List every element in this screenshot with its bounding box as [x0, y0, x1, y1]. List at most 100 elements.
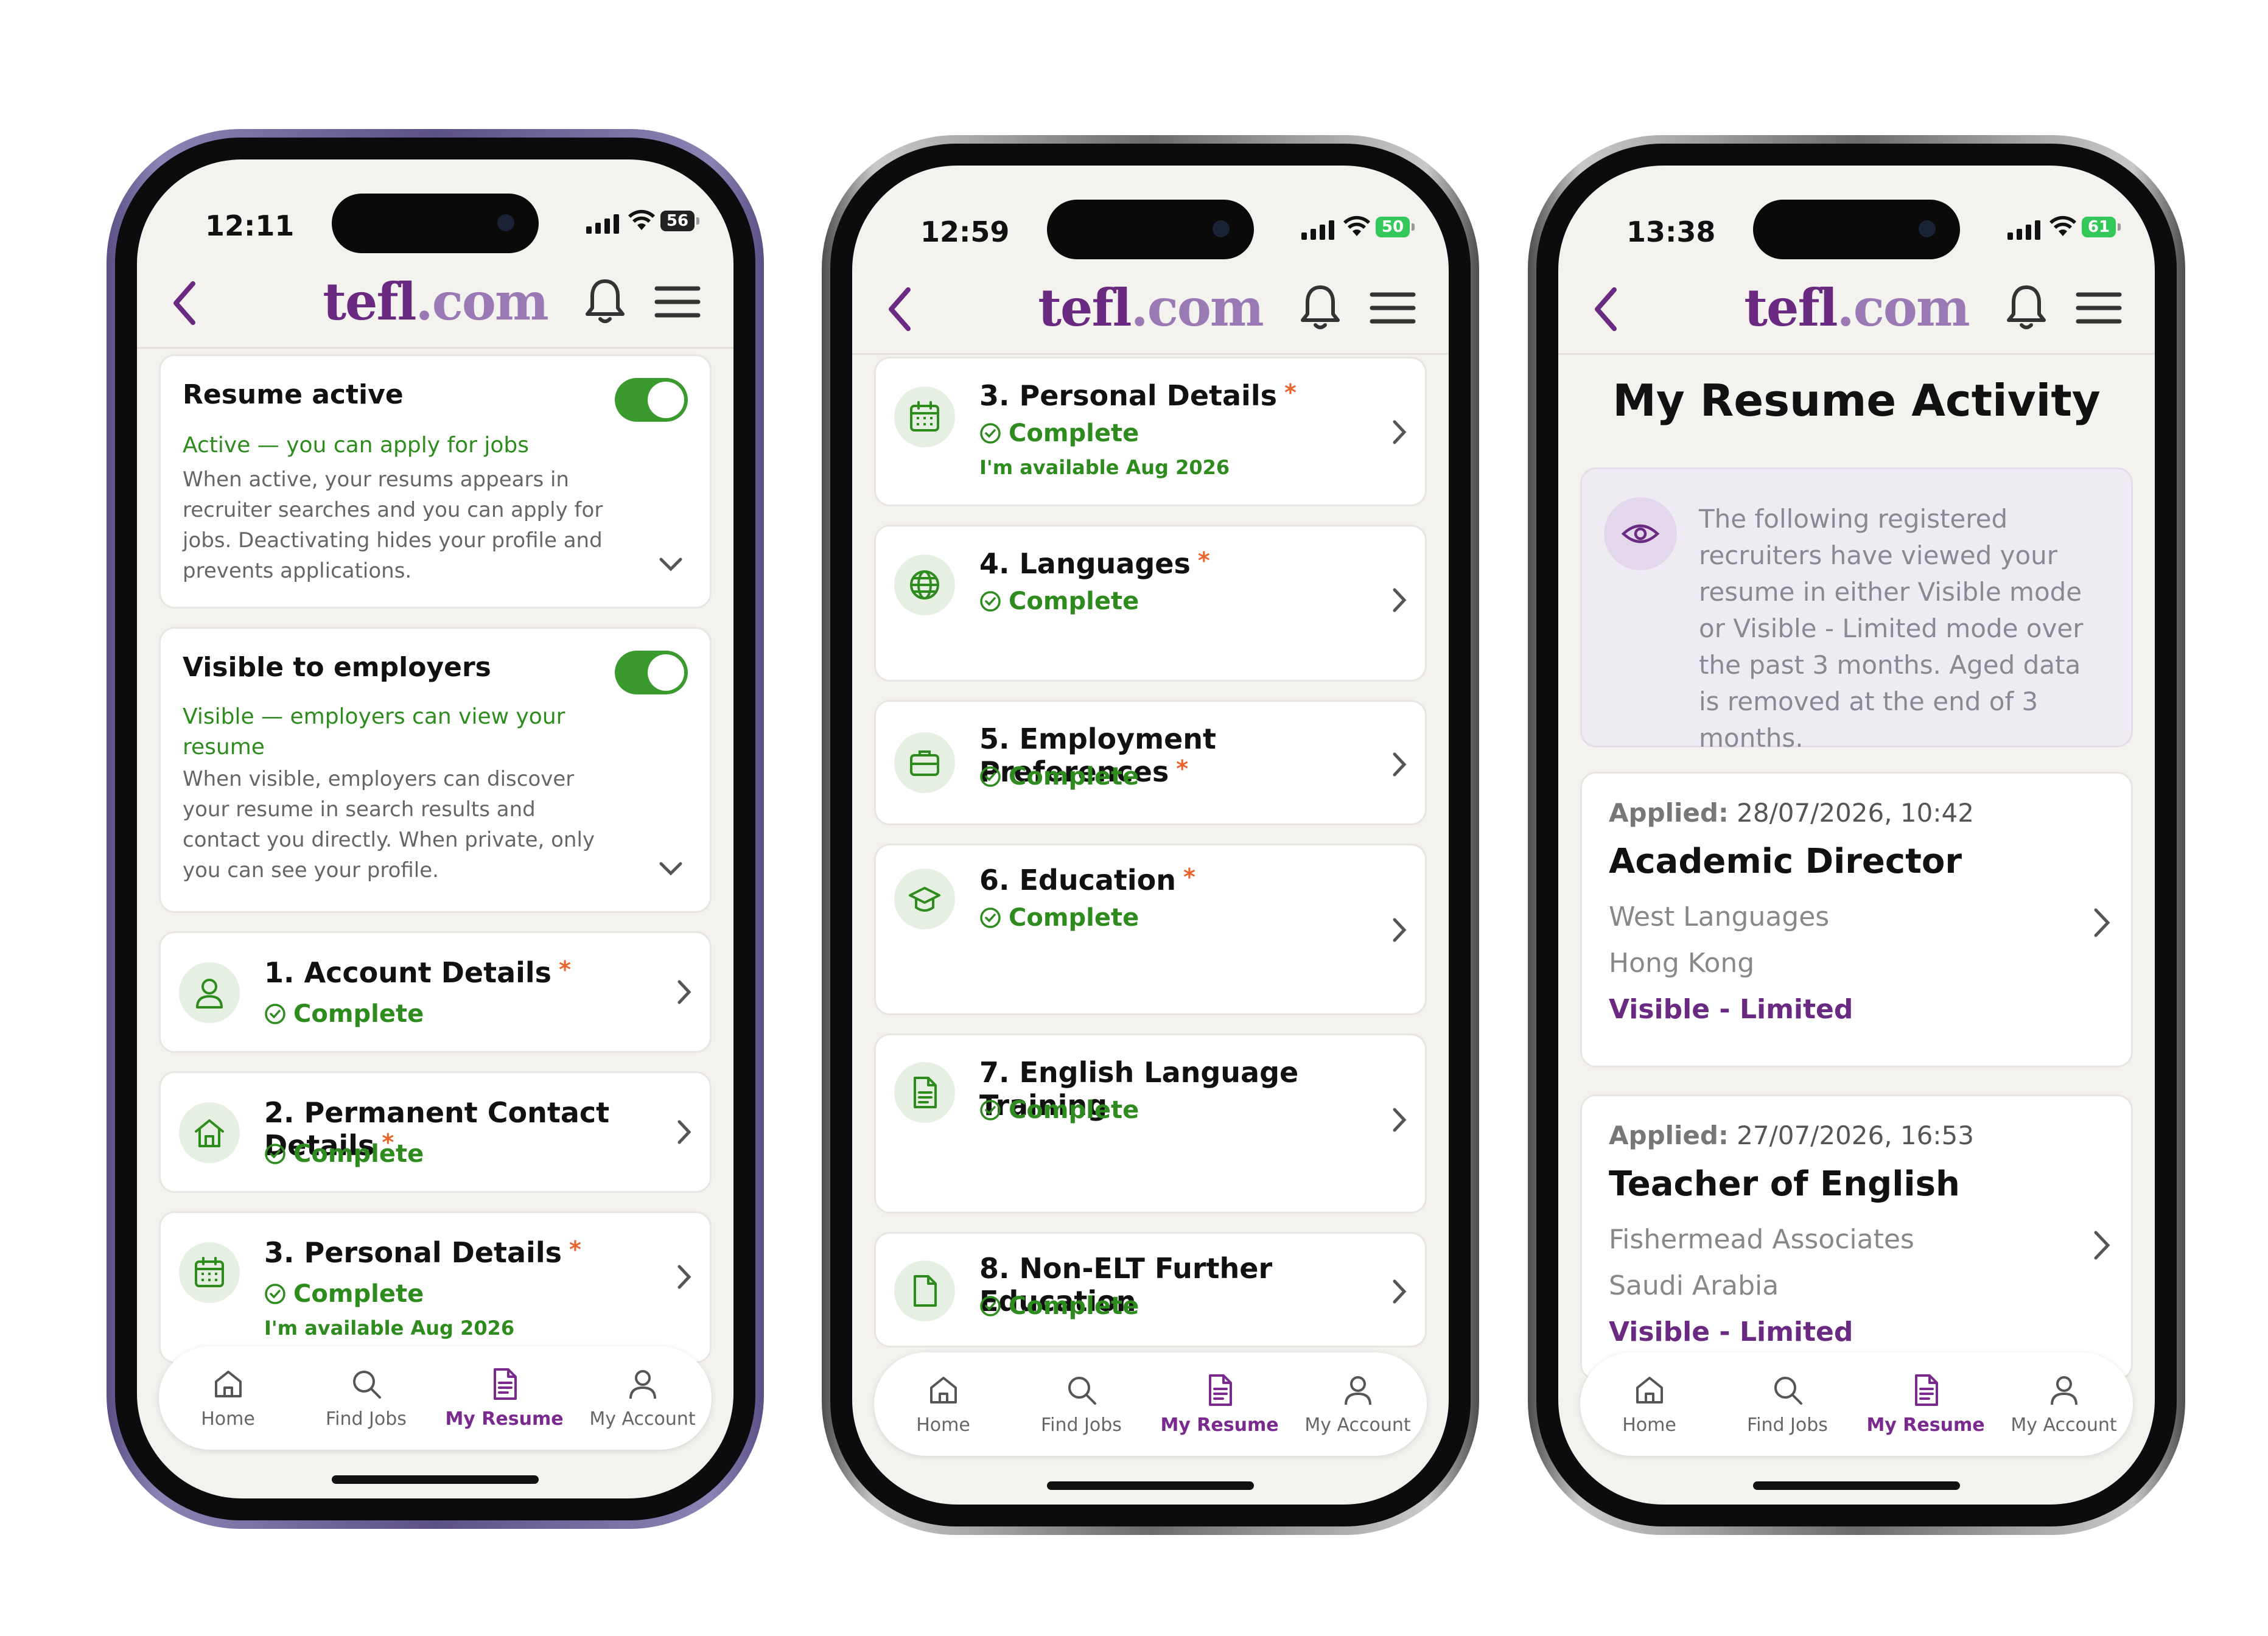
section-english-language-training[interactable]: 7. English Language Training Complete [874, 1033, 1427, 1214]
wifi-icon [1343, 215, 1370, 236]
hamburger-menu-icon[interactable] [654, 285, 701, 319]
phone-resume-activity: 13:38 61 tefl.com My Resume Activity The… [1528, 135, 2185, 1535]
battery-icon: 50 [1376, 217, 1415, 237]
nav-my-account[interactable]: My Account [1291, 1373, 1425, 1436]
camera [497, 214, 514, 231]
section-languages[interactable]: 4. Languages * Complete [874, 525, 1427, 682]
chevron-down-icon[interactable] [659, 861, 683, 876]
signal-icon [1301, 218, 1334, 240]
user-icon [1344, 1376, 1371, 1405]
signal-icon [2007, 218, 2040, 240]
section-personal-details[interactable]: 3. Personal Details * Complete I'm availa… [159, 1211, 712, 1363]
bottom-nav: Home Find Jobs My Resume My Account [1580, 1352, 2133, 1456]
graduation-cap-icon [894, 869, 955, 929]
app-header: tefl.com [1558, 262, 2155, 355]
back-arrow-icon[interactable] [886, 286, 913, 332]
tefl-logo[interactable]: tefl.com [1038, 278, 1264, 338]
wifi-icon [2049, 215, 2076, 236]
resume-active-status: Active — you can apply for jobs [183, 433, 530, 458]
section-account-details[interactable]: 1. Account Details * Complete [159, 931, 712, 1053]
nav-find-jobs[interactable]: Find Jobs [1721, 1373, 1855, 1436]
page-title: My Resume Activity [1612, 375, 2101, 426]
bottom-nav: Home Find Jobs My Resume My Account [874, 1352, 1427, 1456]
document-icon [493, 1368, 517, 1400]
home-icon [929, 1376, 957, 1404]
section-permanent-contact[interactable]: 2. Permanent Contact Details * Complete [159, 1071, 712, 1193]
availability-note: I'm available Aug 2026 [264, 1316, 515, 1340]
document-icon [1208, 1374, 1232, 1406]
back-arrow-icon[interactable] [171, 280, 198, 326]
bell-icon[interactable] [584, 276, 626, 325]
check-circle-icon [980, 766, 1001, 787]
nav-find-jobs[interactable]: Find Jobs [299, 1367, 433, 1430]
phone-bezel: 12:59 50 tefl.com 3. Personal Details * C… [830, 144, 1471, 1526]
app-header: tefl.com [852, 262, 1449, 355]
nav-home[interactable]: Home [161, 1367, 295, 1430]
section-non-elt-further-education[interactable]: 8. Non-ELT Further Education Complete [874, 1232, 1427, 1348]
phone-screen: 12:59 50 tefl.com 3. Personal Details * C… [852, 166, 1449, 1505]
battery-icon: 56 [660, 211, 699, 231]
job-title: Academic Director [1609, 842, 1962, 881]
battery-icon: 61 [2082, 217, 2121, 237]
section-status: Complete [979, 587, 1139, 615]
hamburger-menu-icon[interactable] [2076, 291, 2122, 325]
bell-icon[interactable] [1299, 282, 1342, 331]
resume-active-title: Resume active [183, 379, 404, 410]
job-location: Hong Kong [1609, 948, 1755, 979]
phone-screen: 13:38 61 tefl.com My Resume Activity The… [1558, 166, 2155, 1505]
chevron-right-icon [1393, 1108, 1407, 1132]
resume-active-description: When active, your resums appears in recr… [183, 467, 603, 583]
nav-find-jobs[interactable]: Find Jobs [1015, 1373, 1149, 1436]
check-circle-icon [980, 907, 1001, 928]
check-circle-icon [265, 1004, 285, 1024]
search-icon [352, 1370, 381, 1399]
nav-my-account[interactable]: My Account [1997, 1373, 2131, 1436]
section-status: Complete [979, 763, 1139, 791]
hamburger-menu-icon[interactable] [1370, 291, 1416, 325]
section-personal-details[interactable]: 3. Personal Details * Complete I'm availa… [874, 357, 1427, 506]
section-status: Complete [264, 1140, 424, 1168]
job-title: Teacher of English [1609, 1164, 1960, 1204]
home-indicator [1753, 1481, 1960, 1490]
home-icon [1636, 1376, 1663, 1404]
tefl-logo[interactable]: tefl.com [1744, 278, 1970, 338]
check-circle-icon [980, 591, 1001, 612]
chevron-down-icon[interactable] [659, 557, 683, 572]
application-card[interactable]: Applied: 27/07/2026, 16:53 Teacher of En… [1580, 1094, 2133, 1380]
company-name: West Languages [1609, 901, 1830, 932]
home-indicator [332, 1475, 539, 1484]
nav-my-resume[interactable]: My Resume [1859, 1373, 1993, 1436]
section-education[interactable]: 6. Education * Complete [874, 844, 1427, 1015]
resume-active-toggle[interactable] [615, 378, 688, 422]
phone-resume-settings: 12:11 56 tefl.com Resume active Active —… [107, 129, 764, 1529]
check-circle-icon [265, 1284, 285, 1304]
application-card[interactable]: Applied: 28/07/2026, 10:42 Academic Dire… [1580, 772, 2133, 1068]
chevron-right-icon [1393, 752, 1407, 777]
chevron-right-icon [677, 980, 691, 1004]
section-status: Complete [264, 1280, 424, 1308]
check-circle-icon [980, 1100, 1001, 1120]
back-arrow-icon[interactable] [1592, 286, 1619, 332]
section-employment-preferences[interactable]: 5. Employment Preferences * Complete [874, 700, 1427, 825]
nav-my-resume[interactable]: My Resume [1153, 1373, 1287, 1436]
phone-bezel: 13:38 61 tefl.com My Resume Activity The… [1536, 144, 2177, 1526]
briefcase-icon [894, 732, 955, 793]
nav-home[interactable]: Home [877, 1373, 1010, 1436]
user-icon [629, 1369, 656, 1399]
chevron-right-icon [1393, 1279, 1407, 1304]
job-location: Saudi Arabia [1609, 1270, 1779, 1301]
visible-description: When visible, employers can discover you… [183, 767, 595, 883]
visible-toggle[interactable] [615, 651, 688, 694]
nav-my-resume[interactable]: My Resume [438, 1367, 572, 1430]
resume-active-card: Resume active Active — you can apply for… [159, 354, 712, 609]
nav-home[interactable]: Home [1583, 1373, 1717, 1436]
section-status: Complete [979, 1096, 1139, 1124]
home-icon [179, 1102, 240, 1163]
nav-my-account[interactable]: My Account [576, 1367, 710, 1430]
section-title: 3. Personal Details * [979, 379, 1297, 412]
wifi-icon [628, 209, 655, 230]
tefl-logo[interactable]: tefl.com [323, 271, 549, 332]
bell-icon[interactable] [2005, 282, 2048, 331]
section-title: 1. Account Details * [264, 956, 571, 989]
calendar-icon [894, 386, 955, 447]
